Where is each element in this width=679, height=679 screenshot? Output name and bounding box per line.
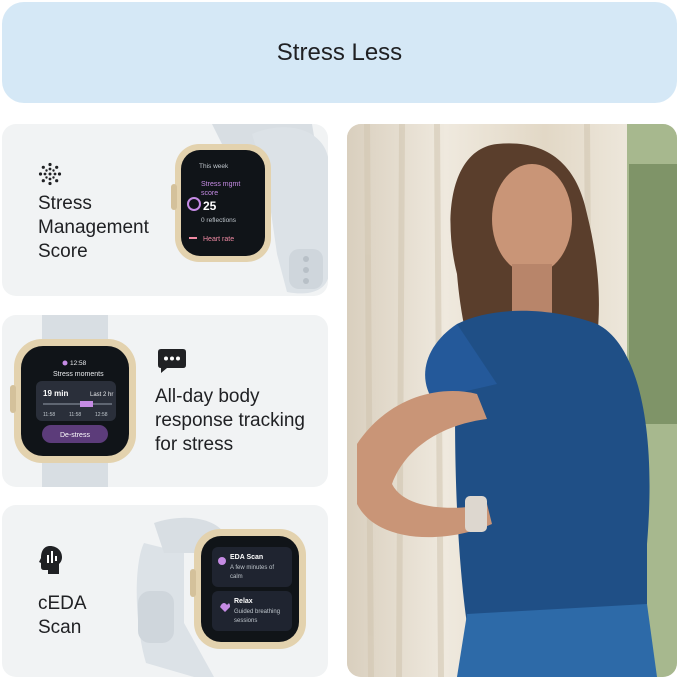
eda-scan-title: EDA Scan: [230, 554, 263, 561]
tick-2: 11:58: [69, 412, 81, 418]
watch-image: EDA Scan A few minutes of calm Relax Gui…: [136, 517, 306, 677]
reflections-text: 0 reflections: [201, 217, 237, 224]
watch-time: 12:58: [70, 360, 87, 367]
tick-3: 12:58: [95, 412, 108, 418]
feature-card-ceda-scan: cEDA Scan EDA Scan A few minutes of calm…: [2, 505, 328, 677]
feature-label: cEDA Scan: [38, 593, 87, 638]
metric-title-2: score: [201, 190, 218, 197]
feature-card-stress-score: Stress Management Score This week Stress…: [2, 124, 328, 296]
range-label: Last 2 hr: [90, 392, 113, 398]
duration-value: 19 min: [43, 389, 68, 398]
relax-sub-2: sessions: [234, 618, 257, 624]
eda-scan-sub-1: A few minutes of: [230, 565, 274, 571]
stress-moments-title: Stress moments: [53, 371, 104, 378]
banner-title: Stress Less: [276, 38, 403, 66]
heart-rate-label: Heart rate: [203, 236, 234, 243]
de-stress-label: De-stress: [60, 432, 90, 439]
lifestyle-photo: [347, 124, 677, 677]
header-banner: Stress Less: [2, 2, 677, 103]
week-label: This week: [199, 163, 229, 170]
dotted-circle-icon: [38, 162, 62, 186]
chat-bubble-icon: [158, 349, 186, 373]
metric-title-1: Stress mgmt: [201, 181, 240, 188]
woman-photo-illustration: [347, 124, 677, 677]
feature-label: Stress Management Score: [38, 193, 149, 262]
head-signal-icon: [39, 546, 62, 574]
feature-card-body-response: 12:58 Stress moments 19 min Last 2 hr 11…: [2, 315, 328, 487]
eda-scan-sub-2: calm: [230, 574, 243, 580]
watch-image: This week Stress mgmt score 25 0 reflect…: [171, 124, 328, 294]
tick-1: 11:58: [43, 412, 55, 418]
score-value: 25: [203, 199, 217, 213]
relax-sub-1: Guided breathing: [234, 609, 280, 615]
relax-title: Relax: [234, 598, 253, 605]
feature-label: All-day body response tracking for stres…: [155, 386, 305, 455]
watch-image: 12:58 Stress moments 19 min Last 2 hr 11…: [10, 315, 136, 487]
